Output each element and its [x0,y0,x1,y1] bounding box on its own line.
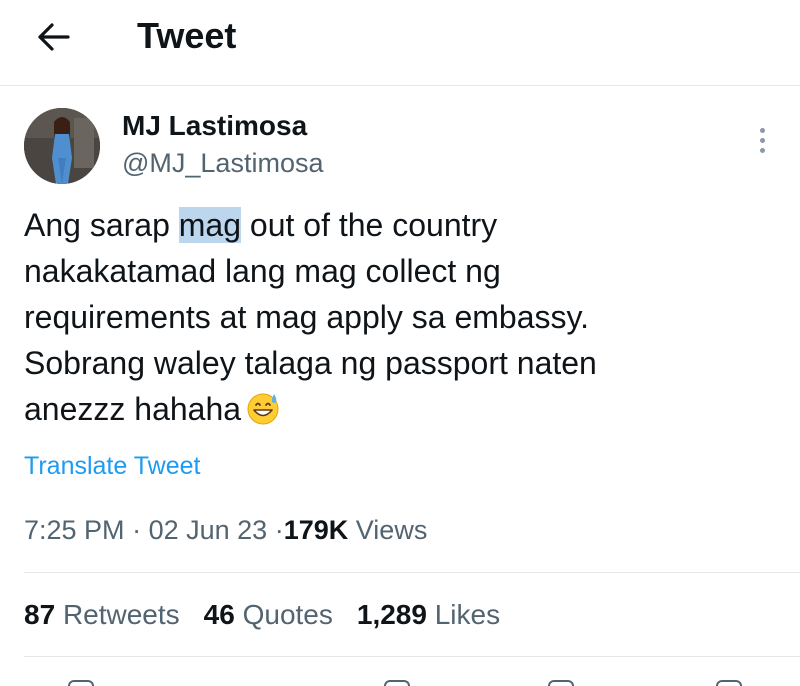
more-options-button[interactable] [748,124,776,156]
arrow-left-icon [38,23,70,51]
likes-count: 1,289 [356,599,427,630]
tweet-time[interactable]: 7:25 PM [24,515,125,545]
back-button[interactable] [30,14,76,60]
divider [24,572,800,573]
quotes-stat[interactable]: 46 Quotes [204,597,333,633]
meta-separator: · [132,515,142,545]
reply-icon[interactable] [68,680,94,686]
share-icon[interactable] [716,680,742,686]
quotes-label: Quotes [242,599,333,630]
engagement-stats: 87 Retweets 46 Quotes 1,289 Likes [24,597,524,633]
profile-photo [24,108,100,184]
views-count: 179K [283,515,349,545]
translate-tweet-link[interactable]: Translate Tweet [24,450,200,482]
likes-stat[interactable]: 1,289 Likes [357,597,500,633]
likes-label: Likes [434,599,501,630]
more-vertical-icon-dot [759,147,765,153]
views-label: Views [355,515,428,545]
retweets-stat[interactable]: 87 Retweets [24,597,180,633]
page-title: Tweet [137,15,237,56]
more-vertical-icon [759,127,765,133]
tweet-text-part: Ang sarap [24,207,179,243]
author-handle[interactable]: @MJ_Lastimosa [122,146,323,180]
retweets-count: 87 [24,599,56,630]
top-app-bar: Tweet [0,0,800,86]
selected-word: mag [178,207,242,243]
more-vertical-icon-dot [759,137,765,143]
tweet-action-bar [0,678,800,686]
author-display-name[interactable]: MJ Lastimosa [122,109,307,143]
like-icon[interactable] [384,680,410,686]
tweet-meta: 7:25 PM · 02 Jun 23 ·179K Views [24,512,427,548]
avatar[interactable] [24,108,100,184]
meta-separator: · [274,515,284,545]
retweets-label: Retweets [62,599,180,630]
quotes-count: 46 [203,599,235,630]
divider [24,656,800,657]
tweet-date[interactable]: 02 Jun 23 [149,515,268,545]
tweet-text: Ang sarap mag out of the country nakakat… [24,202,764,432]
bookmark-icon[interactable] [548,680,574,686]
grinning-face-with-sweat-icon [247,393,279,425]
